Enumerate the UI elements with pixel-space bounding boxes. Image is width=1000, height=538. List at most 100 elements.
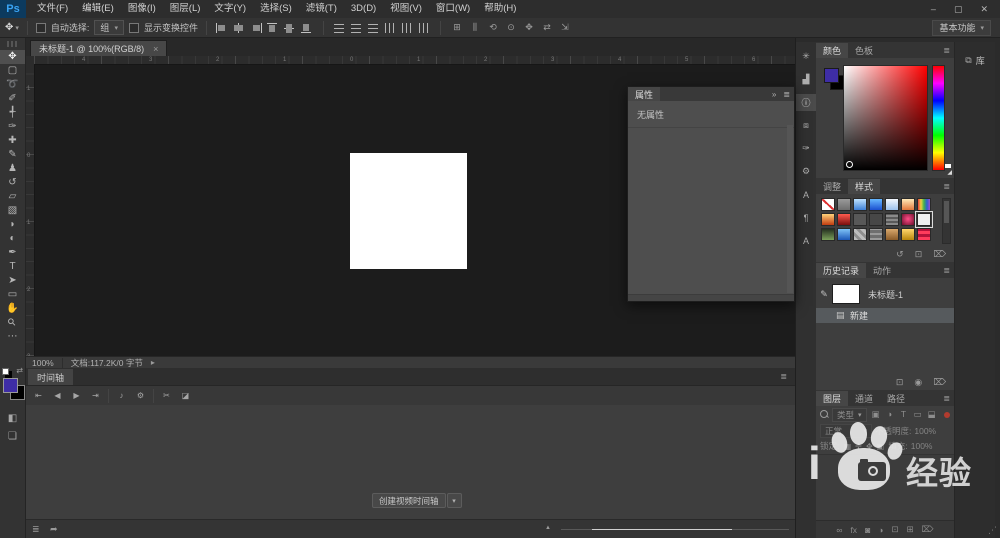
vertical-ruler[interactable]: 10123 [26,64,35,356]
tab-properties[interactable]: 属性 [628,87,660,101]
style-swatch-17[interactable] [853,228,867,241]
3d-pan-icon[interactable]: ✥ [521,21,537,35]
add-layer-mask-icon[interactable]: ◙ [865,525,870,535]
frame-mode-icon[interactable]: ≣ [32,524,40,535]
brush-tool[interactable]: ✎ [0,148,25,162]
style-swatch-20[interactable] [901,228,915,241]
distribute-horizontal-centers-icon[interactable] [400,21,415,35]
menu-item-9[interactable]: 视图(V) [383,0,429,18]
auto-align-layers-icon[interactable]: ⊞ [449,21,465,35]
document-canvas[interactable] [350,153,467,269]
eyedropper-tool[interactable]: ✑ [0,120,25,134]
lock-pixels-icon[interactable]: ✛ [853,442,863,451]
tab-actions[interactable]: 动作 [866,263,898,278]
align-left-edges-icon[interactable] [215,21,230,35]
tab-channels[interactable]: 通道 [848,391,880,406]
menu-item-6[interactable]: 选择(S) [253,0,299,18]
eraser-tool[interactable]: ▱ [0,190,25,204]
history-snapshot-row[interactable]: ✎ 未标题-1 [816,282,954,306]
go-to-previous-frame-icon[interactable]: ◀ [48,388,67,403]
menu-item-2[interactable]: 编辑(E) [75,0,121,18]
menu-item-10[interactable]: 窗口(W) [429,0,477,18]
mute-audio-icon[interactable]: ♪ [112,388,131,403]
clone-stamp-tool[interactable]: ♟ [0,162,25,176]
saturation-brightness-field[interactable] [843,65,928,171]
auto-select-checkbox[interactable] [36,23,46,33]
zoom-level-field[interactable]: 100% [26,358,63,368]
tab-history[interactable]: 历史记录 [816,263,866,278]
tool-preset-caret-icon[interactable]: ▾ [15,24,19,32]
color-field-indicator[interactable] [846,161,853,168]
style-swatch-21[interactable] [917,228,931,241]
3d-rotate-icon[interactable]: ⟲ [485,21,501,35]
distribute-bottom-edges-icon[interactable] [366,21,381,35]
edit-toolbar-icon[interactable]: ⋯ [0,330,25,344]
go-to-first-frame-icon[interactable]: ⇤ [29,388,48,403]
menu-item-11[interactable]: 帮助(H) [477,0,523,18]
pen-tool[interactable]: ✒ [0,246,25,260]
move-tool[interactable]: ✥ [0,50,25,64]
scrollbar[interactable] [787,125,793,293]
panel-menu-icon[interactable]: ≣ [780,372,787,381]
align-options-icon[interactable]: ⫼ [467,21,483,35]
style-swatch-13[interactable] [901,213,915,226]
style-swatch-11[interactable] [869,213,883,226]
close-icon[interactable]: ✕ [980,4,988,15]
horizontal-ruler[interactable]: 43210123456 [34,56,795,65]
panel-menu-icon[interactable]: ≣ [783,90,790,99]
style-swatch-18[interactable] [869,228,883,241]
filter-smart-objects-icon[interactable]: ⬓ [926,409,938,420]
quick-selection-tool[interactable]: ✐ [0,92,25,106]
close-tab-icon[interactable]: × [153,44,158,54]
style-swatch-14[interactable] [917,213,931,226]
panel-menu-icon[interactable]: ≣ [943,266,950,275]
transition-icon[interactable]: ◪ [176,388,195,403]
distribute-left-edges-icon[interactable] [383,21,398,35]
align-horizontal-centers-icon[interactable] [232,21,247,35]
3d-scale-icon[interactable]: ⇲ [557,21,573,35]
split-at-playhead-icon[interactable]: ✂ [157,388,176,403]
align-top-edges-icon[interactable] [266,21,281,35]
filter-adjustment-layers-icon[interactable]: ◑ [884,409,896,420]
blur-tool[interactable]: ◗ [0,218,25,232]
play-icon[interactable]: ▶ [67,388,86,403]
navigator-icon[interactable]: ⧈ [796,117,816,134]
status-options-icon[interactable]: ▸ [151,358,155,367]
new-document-from-state-icon[interactable]: ⊡ [896,377,904,388]
info-icon[interactable]: ⓘ [796,94,816,111]
tab-styles[interactable]: 样式 [848,179,880,194]
character-panel-icon[interactable]: A [796,186,816,203]
spot-healing-brush-tool[interactable]: ✚ [0,134,25,148]
histogram-icon[interactable]: ▟ [796,71,816,88]
new-snapshot-icon[interactable]: ◉ [914,377,922,388]
tab-timeline[interactable]: 时间轴 [28,369,73,385]
swap-colors-icon[interactable]: ⇄ [16,366,23,375]
menu-item-1[interactable]: 文件(F) [30,0,75,18]
character-styles-icon[interactable]: A [796,232,816,249]
style-swatch-12[interactable] [885,213,899,226]
delete-style-icon[interactable]: ⌦ [933,249,946,260]
hue-slider-indicator[interactable] [945,164,951,168]
clear-style-icon[interactable]: ↺ [896,249,904,260]
style-swatch-1[interactable] [821,198,835,211]
playback-options-icon[interactable]: ⚙ [131,388,150,403]
zoom-out-timeline-icon[interactable]: ▲ [545,525,551,531]
hand-tool[interactable]: ✋ [0,302,25,316]
3d-slide-icon[interactable]: ⇄ [539,21,555,35]
style-swatch-10[interactable] [853,213,867,226]
style-swatch-4[interactable] [869,198,883,211]
blend-mode-dropdown[interactable]: 正常 ▾ [820,424,872,438]
path-selection-tool[interactable]: ➤ [0,274,25,288]
default-colors-icon[interactable] [2,368,9,375]
crop-tool[interactable]: ╃ [0,106,25,120]
scrollbar[interactable] [942,198,951,244]
distribute-right-edges-icon[interactable] [417,21,432,35]
style-swatch-6[interactable] [901,198,915,211]
minimize-icon[interactable]: – [931,4,936,15]
libraries-panel-button[interactable]: ⧉ 库 [955,54,995,67]
align-vertical-centers-icon[interactable] [283,21,298,35]
distribute-top-edges-icon[interactable] [332,21,347,35]
new-adjustment-layer-icon[interactable]: ◑ [878,525,883,535]
filter-type-dropdown[interactable]: 类型 ▾ [832,408,867,422]
fill-value[interactable]: 100% [911,441,933,451]
